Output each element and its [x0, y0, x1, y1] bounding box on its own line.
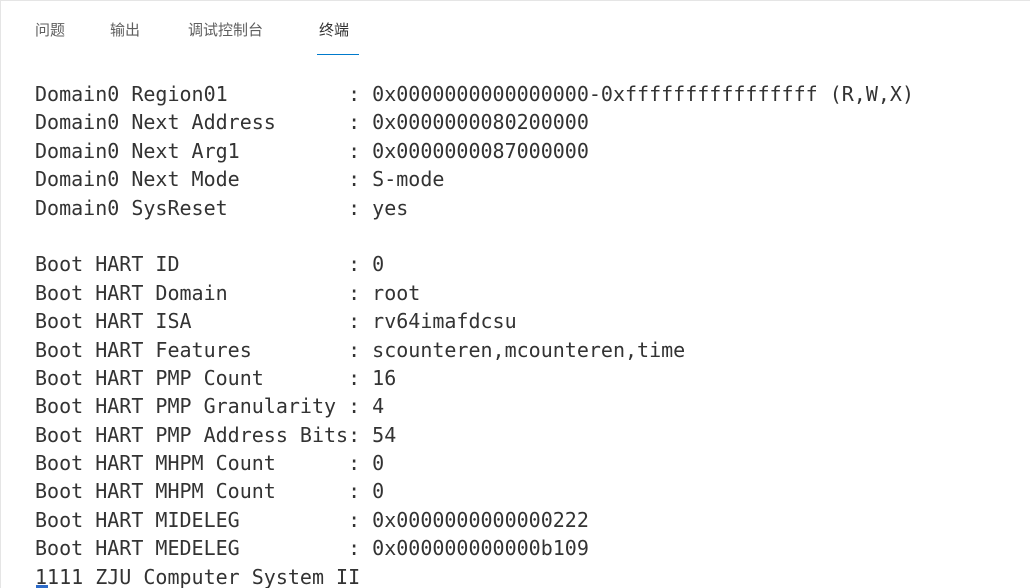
terminal-line: Domain0 Next Mode : S-mode — [35, 167, 445, 192]
panel-tab-bar: 问题 输出 调试控制台 终端 — [1, 1, 1030, 57]
terminal-line: Domain0 Next Address : 0x000000008020000… — [35, 110, 589, 135]
terminal-line: Boot HART Features : scounteren,mcounter… — [35, 337, 686, 362]
terminal-line: Boot HART ISA : rv64imafdcsu — [35, 309, 517, 334]
terminal-line: Boot HART PMP Count : 16 — [35, 365, 397, 390]
terminal-line: Boot HART MHPM Count : 0 — [35, 479, 385, 504]
terminal-line: Boot HART PMP Address Bits: 54 — [35, 422, 397, 447]
terminal-line: Domain0 Next Arg1 : 0x0000000087000000 — [35, 138, 589, 163]
terminal-line: Domain0 Region01 : 0x0000000000000000-0x… — [35, 82, 914, 106]
terminal-output[interactable]: Domain0 Region01 : 0x0000000000000000-0x… — [35, 80, 1030, 588]
terminal-line: Boot HART PMP Granularity : 4 — [35, 394, 385, 419]
terminal-line: Boot HART MHPM Count : 0 — [35, 451, 385, 476]
active-tab-indicator — [317, 54, 359, 55]
tab-debug-console[interactable]: 调试控制台 — [188, 19, 263, 41]
terminal-line: Boot HART ID : 0 — [35, 252, 385, 277]
tab-terminal[interactable]: 终端 — [319, 19, 349, 41]
terminal-line: Boot HART MEDELEG : 0x000000000000b109 — [35, 536, 589, 561]
terminal-line: Boot HART MIDELEG : 0x0000000000000222 — [35, 507, 589, 532]
tab-problems[interactable]: 问题 — [35, 19, 65, 41]
terminal-line: Domain0 SysReset : yes — [35, 195, 409, 220]
terminal-line: 1111 ZJU Computer System II — [35, 564, 361, 588]
terminal-line: Boot HART Domain : root — [35, 280, 421, 305]
tab-output[interactable]: 输出 — [110, 19, 140, 41]
panel: 问题 输出 调试控制台 终端 Domain0 Region01 : 0x0000… — [0, 0, 1030, 588]
